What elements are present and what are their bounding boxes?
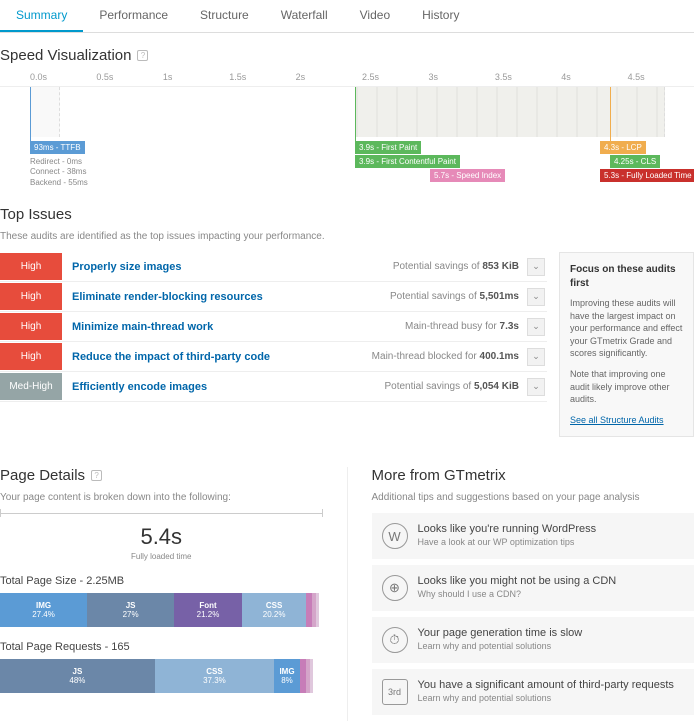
focus-heading: Focus on these audits first: [570, 263, 683, 291]
marker-cls: 4.25s - CLS: [610, 155, 660, 168]
tip-icon: 3rd: [382, 679, 408, 705]
tip-icon: W: [382, 523, 408, 549]
tip-sub: Learn why and potential solutions: [418, 693, 674, 703]
tab-waterfall[interactable]: Waterfall: [265, 0, 344, 32]
severity-badge: High: [0, 283, 62, 310]
marker-flt: 5.3s - Fully Loaded Time: [600, 169, 694, 182]
tip-heading: Your page generation time is slow: [418, 627, 583, 639]
issues-table: HighProperly size imagesPotential saving…: [0, 252, 547, 437]
issue-name: Efficiently encode images: [62, 381, 384, 393]
bar-segment: JS27%: [87, 593, 174, 627]
ttfb-meta: Redirect - 0msConnect - 38msBackend - 55…: [30, 157, 88, 188]
speed-title: Speed Visualization: [0, 47, 131, 64]
tab-history[interactable]: History: [406, 0, 475, 32]
marker-lcp: 4.3s - LCP: [600, 141, 646, 154]
speed-visualization: Speed Visualization? 0.0s0.5s1s1.5s2s2.5…: [0, 47, 694, 146]
issue-row[interactable]: HighEliminate render-blocking resourcesP…: [0, 282, 547, 312]
issue-row[interactable]: HighProperly size imagesPotential saving…: [0, 252, 547, 282]
size-bar: IMG27.4%JS27%Font21.2%CSS20.2%: [0, 593, 323, 627]
tab-summary[interactable]: Summary: [0, 0, 83, 32]
issue-impact: Main-thread busy for 7.3s: [405, 321, 527, 332]
tab-performance[interactable]: Performance: [83, 0, 184, 32]
tabs: SummaryPerformanceStructureWaterfallVide…: [0, 0, 694, 33]
issue-impact: Potential savings of 5,054 KiB: [384, 381, 527, 392]
focus-p2: Note that improving one audit likely imp…: [570, 368, 683, 406]
bar-segment: JS48%: [0, 659, 155, 693]
timeline-ticks: 0.0s0.5s1s1.5s2s2.5s3s3.5s4s4.5s: [0, 72, 694, 82]
issue-impact: Potential savings of 853 KiB: [393, 261, 527, 272]
issue-name: Properly size images: [62, 261, 393, 273]
issue-row[interactable]: HighMinimize main-thread workMain-thread…: [0, 312, 547, 342]
tip-item[interactable]: ⊕ Looks like you might not be using a CDN…: [372, 565, 694, 611]
marker-first-paint: 3.9s - First Paint: [355, 141, 421, 154]
marker-speed-index: 5.7s - Speed Index: [430, 169, 505, 182]
chevron-down-icon[interactable]: ⌄: [527, 378, 545, 396]
issue-impact: Main-thread blocked for 400.1ms: [372, 351, 527, 362]
top-issues: Top Issues These audits are identified a…: [0, 206, 694, 437]
fully-loaded-time: 5.4s: [0, 524, 323, 550]
help-icon[interactable]: ?: [137, 50, 148, 61]
tab-structure[interactable]: Structure: [184, 0, 265, 32]
severity-badge: Med-High: [0, 373, 62, 400]
bar-segment: IMG27.4%: [0, 593, 87, 627]
issue-impact: Potential savings of 5,501ms: [390, 291, 527, 302]
issue-row[interactable]: HighReduce the impact of third-party cod…: [0, 342, 547, 372]
severity-badge: High: [0, 253, 62, 280]
help-icon[interactable]: ?: [91, 470, 102, 481]
chevron-down-icon[interactable]: ⌄: [527, 318, 545, 336]
details-title: Page Details: [0, 467, 85, 484]
tip-icon: ⏱: [382, 627, 408, 653]
tip-sub: Have a look at our WP optimization tips: [418, 537, 597, 547]
focus-link[interactable]: See all Structure Audits: [570, 415, 664, 425]
tip-heading: Looks like you might not be using a CDN: [418, 575, 617, 587]
issue-name: Eliminate render-blocking resources: [62, 291, 390, 303]
chevron-down-icon[interactable]: ⌄: [527, 258, 545, 276]
tip-sub: Why should I use a CDN?: [418, 589, 617, 599]
severity-badge: High: [0, 313, 62, 340]
tip-item[interactable]: W Looks like you're running WordPress Have…: [372, 513, 694, 559]
tip-item[interactable]: 3rd You have a significant amount of thir…: [372, 669, 694, 715]
chevron-down-icon[interactable]: ⌄: [527, 288, 545, 306]
bar-segment: CSS37.3%: [155, 659, 274, 693]
focus-box: Focus on these audits first Improving th…: [559, 252, 694, 437]
more-subtitle: Additional tips and suggestions based on…: [372, 492, 694, 503]
details-subtitle: Your page content is broken down into th…: [0, 492, 323, 503]
fully-loaded-label: Fully loaded time: [0, 552, 323, 561]
timeline-track: 93ms - TTFB Redirect - 0msConnect - 38ms…: [0, 86, 694, 146]
issue-name: Reduce the impact of third-party code: [62, 351, 372, 363]
more-title: More from GTmetrix: [372, 467, 694, 484]
more-from-gtmetrix: More from GTmetrix Additional tips and s…: [372, 467, 694, 721]
issue-row[interactable]: Med-HighEfficiently encode imagesPotenti…: [0, 372, 547, 402]
tip-icon: ⊕: [382, 575, 408, 601]
chevron-down-icon[interactable]: ⌄: [527, 348, 545, 366]
requests-bar: JS48%CSS37.3%IMG8%: [0, 659, 323, 693]
bar-segment: IMG8%: [274, 659, 300, 693]
size-heading: Total Page Size - 2.25MB: [0, 575, 323, 587]
issues-subtitle: These audits are identified as the top i…: [0, 231, 694, 242]
focus-p1: Improving these audits will have the lar…: [570, 297, 683, 360]
tab-video[interactable]: Video: [344, 0, 406, 32]
tip-sub: Learn why and potential solutions: [418, 641, 583, 651]
marker-fcp: 3.9s - First Contentful Paint: [355, 155, 460, 168]
bar-segment: CSS20.2%: [242, 593, 307, 627]
tip-heading: Looks like you're running WordPress: [418, 523, 597, 535]
page-details: Page Details? Your page content is broke…: [0, 467, 323, 721]
issue-name: Minimize main-thread work: [62, 321, 405, 333]
marker-ttfb: 93ms - TTFB: [30, 141, 85, 154]
issues-title: Top Issues: [0, 206, 694, 223]
tip-heading: You have a significant amount of third-p…: [418, 679, 674, 691]
bar-segment: Font21.2%: [174, 593, 242, 627]
requests-heading: Total Page Requests - 165: [0, 641, 323, 653]
severity-badge: High: [0, 343, 62, 370]
tip-item[interactable]: ⏱ Your page generation time is slow Learn …: [372, 617, 694, 663]
